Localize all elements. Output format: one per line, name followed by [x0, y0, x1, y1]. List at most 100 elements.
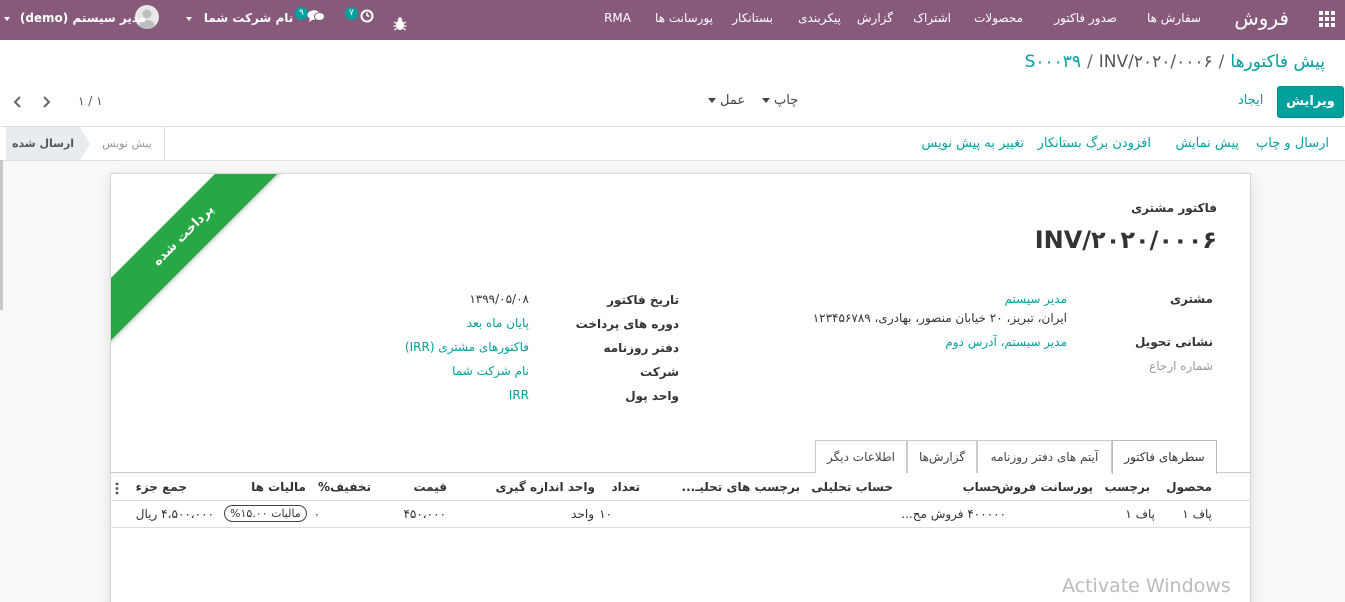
reset-to-draft-button[interactable]: تغییر به پیش نویس: [921, 127, 1024, 161]
app-brand[interactable]: فروش: [1234, 0, 1289, 40]
col-taxes[interactable]: مالیات ها: [251, 480, 306, 494]
pager-value[interactable]: ۱ / ۱: [78, 86, 103, 116]
stage-arrow: [80, 127, 90, 160]
send-and-print-button[interactable]: ارسال و چاپ: [1256, 127, 1329, 161]
tab-journal-items[interactable]: آیتم های دفتر روزنامه: [977, 440, 1112, 473]
optional-columns-icon[interactable]: [115, 482, 119, 495]
chevron-down-icon: [708, 98, 716, 103]
top-navbar: فروش سفارش ها صدور فاکتور محصولات اشتراک…: [0, 0, 1345, 40]
activate-windows-watermark: Activate Windows: [1062, 575, 1231, 597]
delivery-address-value[interactable]: مدیر سیستم، آدرس دوم: [945, 335, 1067, 349]
currency-label: واحد پول: [625, 389, 679, 403]
journal-value[interactable]: فاکتورهای مشتری (IRR): [405, 340, 529, 354]
menu-rma[interactable]: RMA: [604, 0, 631, 40]
menu-orders[interactable]: سفارش ها: [1147, 0, 1201, 40]
col-account[interactable]: حساب: [963, 480, 1000, 494]
stage-draft[interactable]: پیش نویس: [90, 127, 164, 160]
row-discount[interactable]: ۰: [314, 507, 320, 521]
tab-reports[interactable]: گزارش‌ها: [907, 440, 977, 473]
row-tax-badge[interactable]: مالیات ۱۵.۰۰%: [224, 505, 307, 522]
invoice-date-label: تاریخ فاکتور: [607, 293, 679, 307]
edit-button[interactable]: ویرایش: [1277, 86, 1344, 118]
print-dropdown[interactable]: چاپ: [758, 86, 798, 118]
col-uom[interactable]: واحد اندازه گیری: [495, 480, 595, 494]
customer-label: مشتری: [1169, 292, 1213, 306]
tab-other-info[interactable]: اطلاعات دیگر: [815, 440, 907, 473]
col-price[interactable]: قیمت: [413, 480, 447, 494]
chevron-right-icon[interactable]: [38, 94, 54, 110]
row-label[interactable]: پاف ۱: [1125, 507, 1155, 521]
chevron-left-icon[interactable]: [10, 94, 26, 110]
preview-button[interactable]: پیش نمایش: [1175, 127, 1239, 161]
customer-address: ایران، تبریز، ۲۰ خیابان منصور، بهادری، ۱…: [812, 311, 1067, 325]
stage-divider: [164, 127, 165, 160]
debug-bug-icon[interactable]: [393, 10, 407, 31]
company-label: شرکت: [640, 365, 679, 379]
company-value[interactable]: نام شرکت شما: [452, 364, 529, 378]
stage-posted[interactable]: ارسال شده: [6, 127, 80, 160]
messages-indicator[interactable]: ۹: [295, 7, 327, 27]
col-label[interactable]: برچسب: [1104, 480, 1150, 494]
activities-indicator[interactable]: ۷: [345, 7, 377, 27]
chat-bubbles-icon: [307, 9, 325, 26]
company-switcher[interactable]: نام شرکت شما: [186, 0, 293, 40]
doc-number: INV/۲۰۲۰/۰۰۰۶: [1034, 226, 1217, 254]
col-discount[interactable]: تخفیف%: [318, 480, 371, 494]
breadcrumb-separator: /: [1218, 52, 1225, 72]
user-menu-label: مدیر سیستم (demo): [19, 11, 147, 25]
col-subtotal[interactable]: جمع جزء: [136, 480, 187, 494]
row-uom[interactable]: واحد: [571, 507, 594, 521]
reference-field[interactable]: شماره ارجاع: [1149, 359, 1213, 373]
menu-configuration[interactable]: پیکربندی: [798, 0, 841, 40]
currency-value[interactable]: IRR: [509, 388, 529, 402]
print-dropdown-label: چاپ: [774, 93, 799, 108]
menu-products[interactable]: محصولات: [974, 0, 1023, 40]
header-divider: [110, 500, 1251, 501]
col-analytic-tags[interactable]: برچسب های تحلیـ...: [682, 480, 800, 494]
activities-count-badge: ۷: [345, 7, 358, 20]
col-product[interactable]: محصول: [1166, 480, 1212, 494]
row-quantity[interactable]: ۱۰: [599, 507, 612, 521]
create-button[interactable]: ایجاد: [1238, 86, 1263, 118]
statusbar: ارسال و چاپ پیش نمایش افزودن برگ بستانکا…: [0, 126, 1345, 161]
apps-grid-icon[interactable]: [1319, 11, 1335, 27]
left-scroll-indicator[interactable]: [0, 160, 3, 310]
payment-terms-label: دوره های پرداخت: [575, 317, 679, 331]
user-menu[interactable]: مدیر سیستم (demo): [4, 0, 146, 40]
chevron-down-icon: [186, 16, 192, 21]
chevron-down-icon: [762, 98, 770, 103]
row-subtotal: ۴،۵۰۰،۰۰۰ ریال: [135, 507, 214, 521]
action-dropdown-label: عمل: [720, 93, 746, 108]
row-price[interactable]: ۴۵۰،۰۰۰: [403, 507, 446, 521]
col-quantity[interactable]: تعداد: [612, 480, 640, 494]
row-account[interactable]: ۴۰۰۰۰۰ فروش مح...: [901, 507, 1006, 521]
paid-ribbon: پرداخت شده: [111, 174, 303, 355]
col-analytic-account[interactable]: حساب تحلیلی: [811, 480, 893, 494]
breadcrumb-current: INV/۲۰۲۰/۰۰۰۶: [1098, 52, 1213, 72]
menu-reporting[interactable]: گزارش: [857, 0, 893, 40]
breadcrumb-order[interactable]: S۰۰۰۳۹: [1025, 52, 1081, 72]
clock-activity-icon: [360, 9, 374, 26]
payment-terms-value[interactable]: پایان ماه بعد: [467, 316, 529, 330]
tab-invoice-lines[interactable]: سطرهای فاکتور: [1112, 440, 1217, 474]
breadcrumb: پیش فاکتورها/S۰۰۰۳۹/INV/۲۰۲۰/۰۰۰۶: [1025, 52, 1325, 72]
customer-name[interactable]: مدیر سیستم: [1005, 292, 1068, 306]
company-switcher-label: نام شرکت شما: [203, 11, 294, 25]
add-credit-note-button[interactable]: افزودن برگ بستانکار: [1038, 127, 1151, 161]
breadcrumb-separator: /: [1087, 52, 1093, 72]
menu-commissions[interactable]: پورسانت ها: [655, 0, 713, 40]
row-product[interactable]: پاف ۱: [1182, 507, 1212, 521]
menu-invoicing[interactable]: صدور فاکتور: [1054, 0, 1117, 40]
action-dropdown[interactable]: عمل: [704, 86, 745, 118]
breadcrumb-root[interactable]: پیش فاکتورها: [1230, 52, 1325, 72]
journal-label: دفتر روزنامه: [603, 341, 679, 355]
delivery-address-label: نشانی تحویل: [1135, 335, 1213, 349]
doc-type-label: فاکتور مشتری: [1131, 201, 1217, 215]
messages-count-badge: ۹: [295, 7, 308, 20]
menu-credit[interactable]: بستانکار: [732, 0, 773, 40]
invoice-date-value: ۱۳۹۹/۰۵/۰۸: [469, 292, 529, 306]
chevron-down-icon: [4, 16, 10, 21]
col-commission[interactable]: پورسانت فروش: [997, 480, 1093, 494]
menu-subscriptions[interactable]: اشتراک: [913, 0, 951, 40]
row-divider: [110, 527, 1251, 528]
